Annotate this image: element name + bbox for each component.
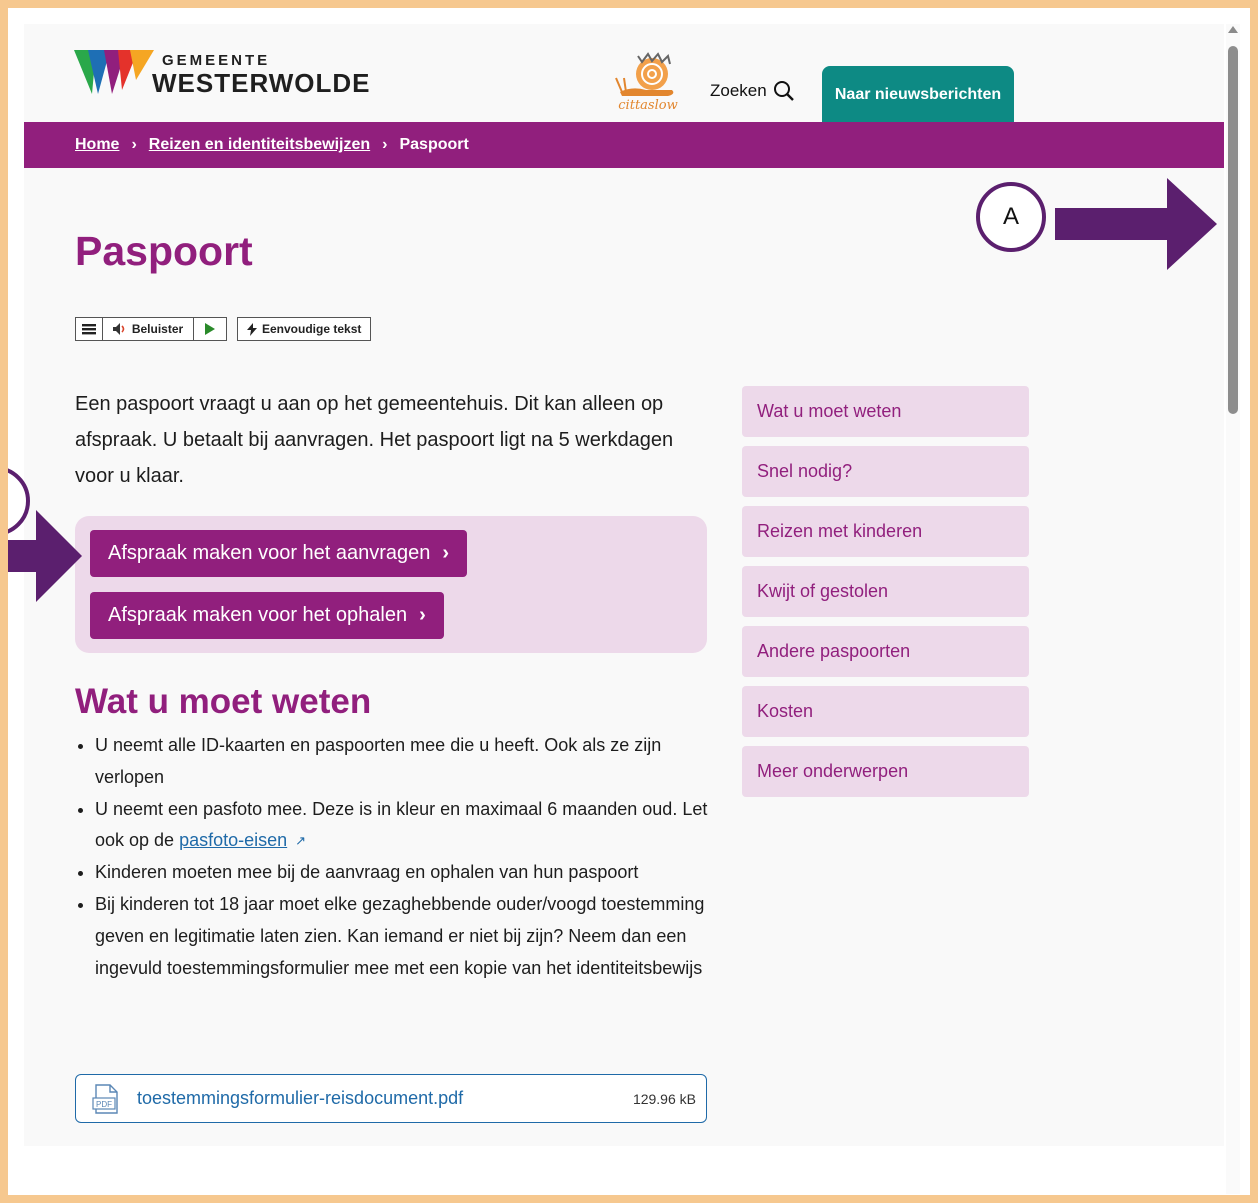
external-link-icon: ↗: [295, 833, 307, 849]
scrollbar-thumb[interactable]: [1228, 46, 1238, 414]
pdf-label: PDF: [96, 1100, 112, 1109]
readspeaker-listen-label: Beluister: [131, 322, 184, 336]
search-label: Zoeken: [710, 81, 767, 100]
page-title: Paspoort: [75, 228, 253, 274]
westerwolde-logo[interactable]: GEMEENTE WESTERWOLDE: [74, 50, 384, 100]
list-item: Kinderen moeten mee bij de aanvraag en o…: [95, 857, 715, 889]
chevron-right-icon: ›: [382, 136, 388, 153]
simple-text-label: Eenvoudige tekst: [262, 322, 362, 336]
scroll-up-arrow-icon[interactable]: [1228, 26, 1238, 33]
logo-westerwolde-text: WESTERWOLDE: [152, 68, 371, 98]
play-icon: [205, 323, 215, 335]
chevron-right-icon: ›: [131, 136, 137, 153]
appointment-pickup-label: Afspraak maken voor het ophalen: [108, 604, 408, 626]
menu-icon: [82, 324, 96, 335]
side-nav-item-reizen-met-kinderen[interactable]: Reizen met kinderen: [742, 506, 1029, 557]
readspeaker-listen-group: Beluister: [75, 317, 227, 341]
search-icon: [773, 81, 794, 101]
breadcrumb: Home › Reizen en identiteitsbewijzen › P…: [24, 122, 1224, 168]
breadcrumb-section[interactable]: Reizen en identiteitsbewijzen: [149, 136, 370, 154]
logo-mark-icon: [74, 50, 154, 94]
cittaslow-text: cittaslow: [618, 98, 678, 113]
side-nav-item-kosten[interactable]: Kosten: [742, 686, 1029, 737]
readspeaker-play-button[interactable]: [194, 318, 226, 340]
speaker-icon: [112, 323, 125, 335]
vertical-scrollbar[interactable]: [1226, 24, 1240, 1194]
section-heading: Wat u moet weten: [75, 682, 372, 721]
annotation-arrow-right-icon: [8, 510, 82, 602]
side-navigation: Wat u moet weten Snel nodig? Reizen met …: [742, 386, 1029, 806]
intro-text: Een paspoort vraagt u aan op het gemeent…: [75, 393, 674, 487]
chevron-right-icon: ›: [419, 604, 426, 626]
appointment-apply-button[interactable]: Afspraak maken voor het aanvragen ›: [90, 530, 468, 577]
readspeaker-listen-button[interactable]: Beluister: [103, 318, 194, 340]
web-page: GEMEENTE WESTERWOLDE cittaslow Zoeken Na…: [24, 24, 1224, 1146]
file-name: toestemmingsformulier-reisdocument.pdf: [137, 1088, 464, 1108]
screenshot-frame: GEMEENTE WESTERWOLDE cittaslow Zoeken Na…: [8, 8, 1250, 1195]
list-item: Bij kinderen tot 18 jaar moet elke gezag…: [95, 889, 715, 984]
breadcrumb-current: Paspoort: [399, 136, 469, 153]
pdf-file-icon: PDF: [92, 1084, 118, 1114]
appointment-pickup-button[interactable]: Afspraak maken voor het ophalen ›: [90, 592, 444, 639]
side-nav-item-snel-nodig[interactable]: Snel nodig?: [742, 446, 1029, 497]
photo-requirements-link[interactable]: pasfoto-eisen: [179, 830, 287, 850]
site-header: GEMEENTE WESTERWOLDE cittaslow Zoeken Na…: [24, 24, 1224, 124]
annotation-arrow-right-icon: [1055, 178, 1217, 270]
simple-text-button[interactable]: Eenvoudige tekst: [237, 317, 372, 341]
side-nav-item-wat-u-moet-weten[interactable]: Wat u moet weten: [742, 386, 1029, 437]
requirements-list: U neemt alle ID-kaarten en paspoorten me…: [75, 730, 715, 984]
news-button[interactable]: Naar nieuwsberichten: [822, 66, 1014, 124]
logo-gemeente-text: GEMEENTE: [162, 52, 271, 69]
list-item: U neemt een pasfoto mee. Deze is in kleu…: [95, 794, 715, 858]
side-nav-item-andere-paspoorten[interactable]: Andere paspoorten: [742, 626, 1029, 677]
breadcrumb-home[interactable]: Home: [75, 136, 119, 154]
annotation-marker-a-label: A: [1002, 203, 1019, 230]
annotation-marker-a: A: [976, 182, 1046, 252]
file-size: 129.96 kB: [632, 1091, 696, 1107]
file-download-link[interactable]: PDF toestemmingsformulier-reisdocument.p…: [75, 1074, 707, 1123]
side-nav-item-meer-onderwerpen[interactable]: Meer onderwerpen: [742, 746, 1029, 797]
lightning-icon: [247, 322, 257, 336]
snail-icon: [615, 52, 674, 96]
side-nav-item-kwijt-of-gestolen[interactable]: Kwijt of gestolen: [742, 566, 1029, 617]
readspeaker-menu-button[interactable]: [76, 318, 103, 340]
appointment-box: Afspraak maken voor het aanvragen › Afsp…: [75, 516, 707, 653]
list-item: U neemt alle ID-kaarten en paspoorten me…: [95, 730, 715, 794]
cittaslow-logo[interactable]: cittaslow: [612, 52, 684, 114]
chevron-right-icon: ›: [442, 542, 450, 564]
search-link[interactable]: Zoeken: [710, 80, 795, 102]
readspeaker-toolbar: Beluister Eenvoudige tekst: [75, 317, 372, 341]
appointment-apply-label: Afspraak maken voor het aanvragen: [108, 542, 431, 564]
